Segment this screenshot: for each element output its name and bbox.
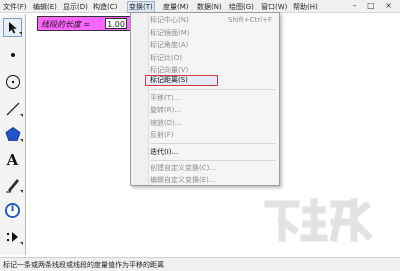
marker-pen-icon[interactable] — [3, 175, 23, 194]
menu-separator — [150, 143, 276, 144]
menu-graph[interactable]: 绘图(G) — [228, 2, 255, 12]
transform-menu: 标记中心(N) Shift+Ctrl+F 标记镜面(M) 标记角度(A) 标记比… — [130, 12, 280, 186]
text-tool-icon[interactable]: A — [3, 150, 22, 169]
custom-tool-icon[interactable] — [3, 227, 23, 246]
length-measurement[interactable]: 线段的长度 = 1.00 厘 — [37, 16, 140, 31]
menu-file[interactable]: 文件(F) — [2, 2, 28, 12]
menu-measure[interactable]: 度量(M) — [162, 2, 190, 12]
menu-window[interactable]: 窗口(W) — [260, 2, 288, 12]
menu-item-mark-distance[interactable]: 标记距离(S) — [145, 75, 218, 86]
menu-item-translate[interactable]: 平移(T)... — [150, 93, 278, 103]
menu-item-mark-center[interactable]: 标记中心(N) Shift+Ctrl+F — [150, 15, 278, 25]
compass-circle-icon[interactable] — [3, 72, 22, 91]
menu-item-dilate[interactable]: 缩放(D)... — [150, 118, 278, 128]
menu-separator — [150, 160, 276, 161]
menu-item-mark-vector[interactable]: 标记向量(V) — [150, 65, 278, 75]
info-tool-icon[interactable]: i — [3, 201, 22, 220]
shortcut-label: Shift+Ctrl+F — [227, 16, 272, 24]
arrow-select-icon[interactable] — [3, 18, 22, 37]
straightedge-icon[interactable] — [3, 99, 23, 118]
menu-display[interactable]: 显示(D) — [62, 2, 89, 12]
window-controls[interactable]: – □ × — [353, 1, 396, 10]
menu-help[interactable]: 帮助(H) — [292, 2, 319, 12]
menu-item-reflect[interactable]: 反射(F) — [150, 130, 278, 140]
status-text: 标记一条或两条线段或线段的度量值作为平移的距离 — [3, 261, 164, 269]
info-glyph: i — [10, 203, 15, 214]
menu-separator — [150, 89, 276, 90]
polygon-tool-icon[interactable] — [3, 124, 23, 143]
menu-gutter — [131, 13, 149, 185]
menu-data[interactable]: 数据(N) — [196, 2, 223, 12]
menu-item-mark-angle[interactable]: 标记角度(A) — [150, 40, 278, 50]
menu-construct[interactable]: 构造(C) — [92, 2, 118, 12]
watermark-logo — [262, 196, 384, 252]
menu-item-create-custom-transform[interactable]: 创建自定义变换(C)... — [150, 163, 278, 173]
menu-item-rotate[interactable]: 旋转(R)... — [150, 105, 278, 115]
menu-item-edit-custom-transform[interactable]: 编辑自定义变换(E)... — [150, 175, 278, 185]
measurement-label: 线段的长度 = — [41, 20, 91, 29]
menu-edit[interactable]: 编辑(E) — [32, 2, 58, 12]
measurement-value: 1.00 — [105, 18, 127, 29]
menu-item-mark-ratio[interactable]: 标记比(O) — [150, 53, 278, 63]
menu-item-mark-mirror[interactable]: 标记镜面(M) — [150, 28, 278, 38]
point-tool-icon[interactable] — [3, 45, 22, 64]
menu-item-iterate[interactable]: 迭代(I)... — [150, 147, 278, 157]
toolbox: A i — [0, 14, 26, 255]
status-bar: 标记一条或两条线段或线段的度量值作为平移的距离 — [0, 257, 400, 271]
